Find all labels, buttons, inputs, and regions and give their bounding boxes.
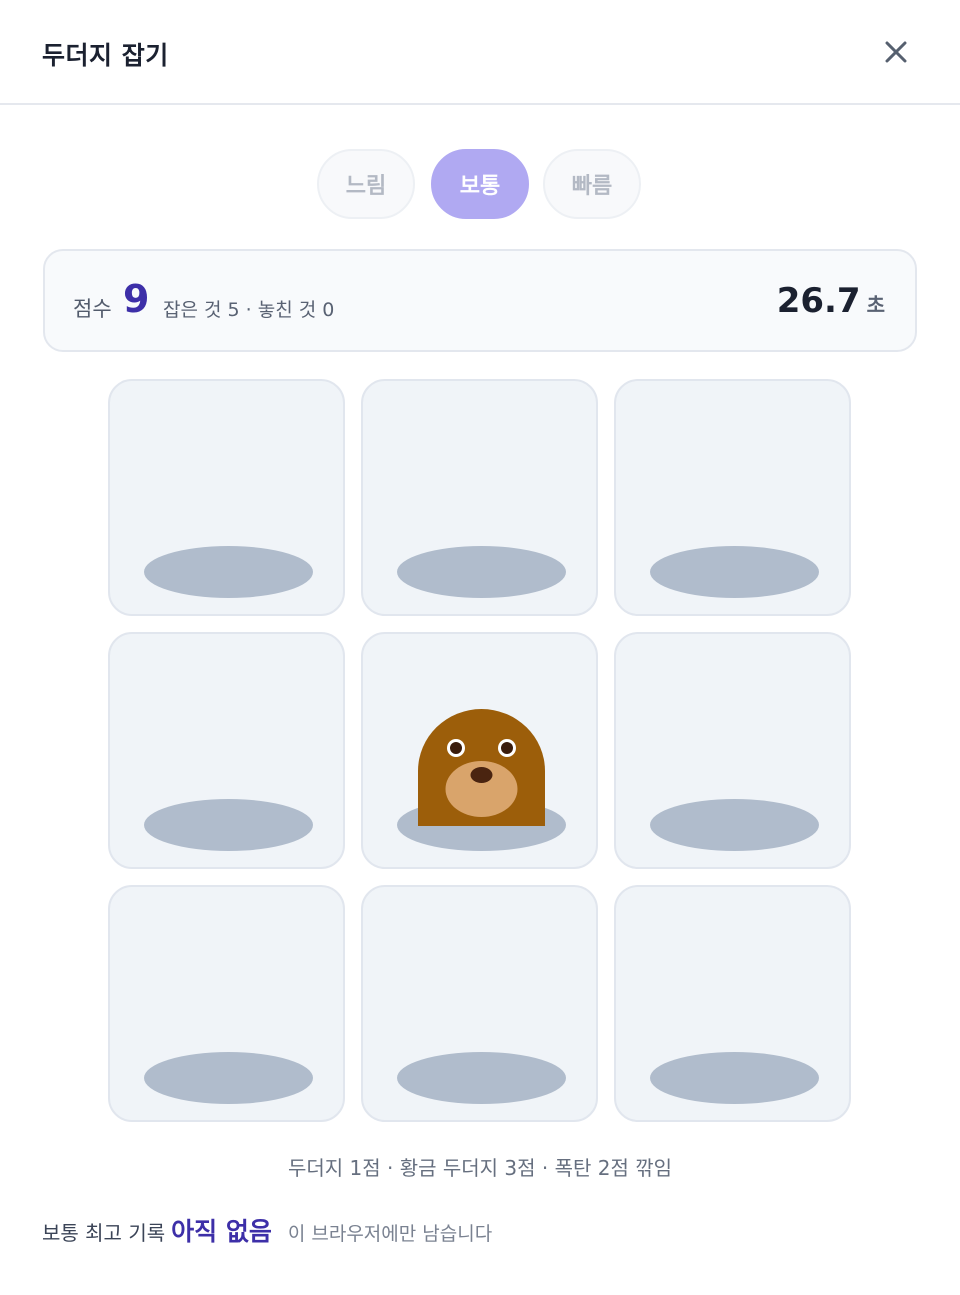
game-board xyxy=(108,379,852,1124)
hole-cell[interactable] xyxy=(108,632,345,869)
best-record-note: 이 브라우저에만 남습니다 xyxy=(287,1223,493,1245)
hole-cell[interactable] xyxy=(361,885,598,1122)
score-panel: 점수 9 잡은 것 5 · 놓친 것 0 26.7 초 xyxy=(43,249,917,352)
best-record-label: 보통 최고 기록 xyxy=(42,1221,166,1245)
hole xyxy=(397,546,566,598)
best-record: 보통 최고 기록 아직 없음 이 브라우저에만 남습니다 xyxy=(42,1212,492,1248)
hole-cell-with-mole[interactable] xyxy=(361,632,598,869)
timer-unit: 초 xyxy=(866,293,885,317)
hole-cell[interactable] xyxy=(614,379,851,616)
best-record-value: 아직 없음 xyxy=(171,1217,272,1246)
hole xyxy=(650,546,819,598)
hole-cell[interactable] xyxy=(614,632,851,869)
hole xyxy=(397,1052,566,1104)
speed-selector: 느림 보통 빠름 xyxy=(0,149,960,221)
hole-cell[interactable] xyxy=(361,379,598,616)
speed-fast-button[interactable]: 빠름 xyxy=(543,149,641,219)
score-label: 점수 xyxy=(73,297,112,321)
hole-cell[interactable] xyxy=(108,379,345,616)
score-value: 9 xyxy=(123,277,150,321)
hole xyxy=(144,546,313,598)
game-modal: 두더지 잡기 느림 보통 빠름 점수 9 잡은 것 5 · 놓친 것 0 26.… xyxy=(0,0,960,1295)
hole xyxy=(144,799,313,851)
hole xyxy=(144,1052,313,1104)
scoring-hint: 두더지 1점 · 황금 두더지 3점 · 폭탄 2점 깎임 xyxy=(287,1156,673,1180)
mole-icon[interactable] xyxy=(418,709,545,826)
hole-cell[interactable] xyxy=(108,885,345,1122)
speed-normal-button[interactable]: 보통 xyxy=(431,149,529,219)
hole xyxy=(650,799,819,851)
close-icon xyxy=(885,41,907,63)
timer: 26.7 초 xyxy=(777,281,885,321)
modal-header: 두더지 잡기 xyxy=(0,0,960,105)
score-detail: 잡은 것 5 · 놓친 것 0 xyxy=(163,299,335,321)
hole-cell[interactable] xyxy=(614,885,851,1122)
close-button[interactable] xyxy=(874,30,918,74)
timer-value: 26.7 xyxy=(776,281,861,321)
speed-slow-button[interactable]: 느림 xyxy=(317,149,415,219)
hole xyxy=(650,1052,819,1104)
page-title: 두더지 잡기 xyxy=(42,41,169,70)
